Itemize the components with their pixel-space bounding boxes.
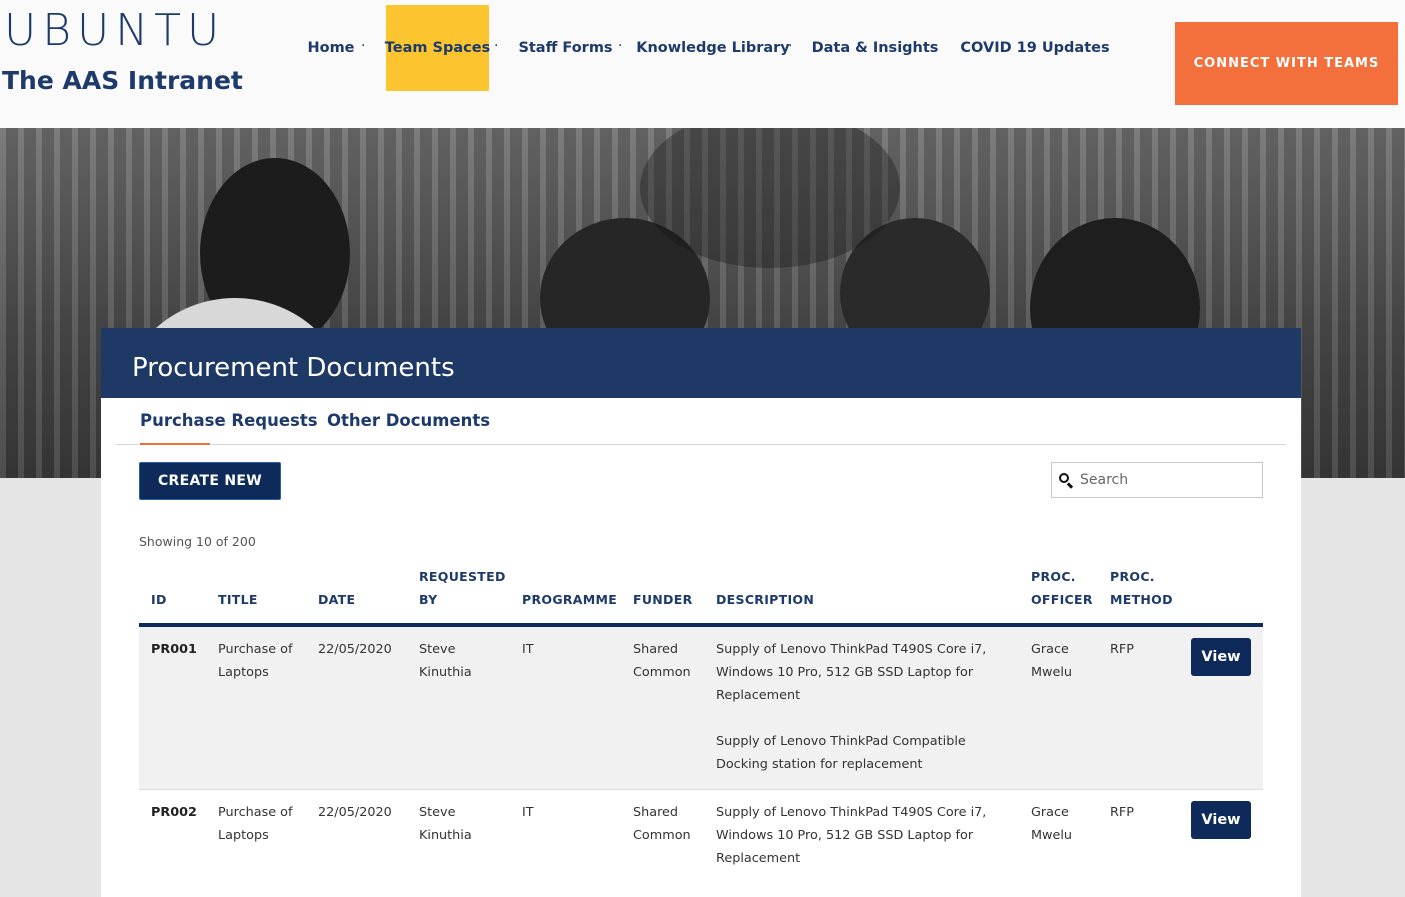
cell-line: Grace [1031, 642, 1069, 657]
cell-proc-officer: Grace Mwelu [1031, 801, 1072, 847]
cell-line: Shared [633, 805, 679, 820]
table-row: PR002 Purchase of Laptops 22/05/2020 Ste… [139, 790, 1263, 897]
column-header-proc-officer[interactable]: PROC. OFFICER [1031, 565, 1093, 611]
cell-line: Windows 10 Pro, 512 GB SSD Laptop for [716, 828, 974, 843]
cell-programme: IT [522, 805, 534, 820]
cell-line: Supply of Lenovo ThinkPad Compatible [716, 734, 966, 749]
card-header: Procurement Documents [101, 328, 1301, 398]
cell-line: Laptops [218, 828, 269, 843]
table-row: PR001 Purchase of Laptops 22/05/2020 Ste… [139, 627, 1263, 789]
cell-funder: Shared Common [633, 801, 691, 847]
nav-separator: · [361, 38, 366, 54]
cell-line: Supply of Lenovo ThinkPad T490S Core i7, [716, 805, 987, 820]
tab-bar: Purchase Requests Other Documents [116, 398, 1286, 445]
nav-item-team-spaces[interactable]: Team Spaces [385, 5, 490, 91]
column-header-id[interactable]: ID [151, 588, 167, 611]
cell-line: Replacement [716, 851, 801, 866]
cell-line: Steve [419, 642, 456, 657]
nav-item-data-insights[interactable]: Data & Insights [812, 5, 939, 91]
column-header-programme[interactable]: PROGRAMME [522, 588, 617, 611]
cell-line: Purchase of [218, 642, 293, 657]
cell-line: Windows 10 Pro, 512 GB SSD Laptop for [716, 665, 974, 680]
cell-line: Replacement [716, 688, 801, 703]
cell-line: Grace [1031, 805, 1069, 820]
cell-programme: IT [522, 642, 534, 657]
column-header-funder[interactable]: FUNDER [633, 588, 693, 611]
column-header-proc-method[interactable]: PROC. METHOD [1110, 565, 1173, 611]
search-box [1051, 462, 1263, 498]
search-icon [1058, 472, 1074, 489]
cell-line: Laptops [218, 665, 269, 680]
cell-spacer [716, 707, 986, 730]
cell-requested-by: Steve Kinuthia [419, 801, 472, 847]
nav-item-knowledge-library[interactable]: Knowledge Library [636, 5, 790, 91]
cell-proc-officer: Grace Mwelu [1031, 638, 1072, 684]
cell-proc-method: RFP [1110, 805, 1134, 820]
cell-line: Kinuthia [419, 665, 472, 680]
header-line: REQUESTED [419, 569, 506, 584]
column-header-description[interactable]: DESCRIPTION [716, 588, 814, 611]
nav-separator: · [788, 38, 793, 54]
column-header-requested-by[interactable]: REQUESTED BY [419, 565, 506, 611]
cell-line: Steve [419, 805, 456, 820]
active-tab-indicator [140, 443, 210, 445]
view-button[interactable]: View [1191, 638, 1251, 676]
cell-date: 22/05/2020 [318, 805, 392, 820]
nav-separator: · [618, 38, 623, 54]
nav-separator: · [494, 38, 499, 54]
cell-proc-method: RFP [1110, 642, 1134, 657]
cell-line: Docking station for replacement [716, 757, 923, 772]
header-line: PROC. [1110, 569, 1155, 584]
cell-id: PR002 [151, 805, 197, 820]
view-button[interactable]: View [1191, 801, 1251, 839]
cell-line: Shared [633, 642, 679, 657]
column-header-title[interactable]: TITLE [218, 588, 258, 611]
page-title: Procurement Documents [132, 353, 455, 383]
ubuntu-logo[interactable]: UBUNTU [4, 6, 225, 56]
nav-item-staff-forms[interactable]: Staff Forms [518, 5, 613, 91]
tab-other-documents[interactable]: Other Documents [327, 411, 490, 430]
cell-title: Purchase of Laptops [218, 638, 293, 684]
cell-line: Kinuthia [419, 828, 472, 843]
cell-line: Common [633, 665, 691, 680]
cell-title: Purchase of Laptops [218, 801, 293, 847]
cell-description: Supply of Lenovo ThinkPad T490S Core i7,… [716, 638, 986, 776]
cell-funder: Shared Common [633, 638, 691, 684]
site-header: UBUNTU The AAS Intranet Home · Team Spac… [0, 0, 1405, 128]
tab-purchase-requests[interactable]: Purchase Requests [140, 411, 318, 430]
procurement-card: Procurement Documents Purchase Requests … [101, 328, 1301, 897]
cell-line: Supply of Lenovo ThinkPad T490S Core i7, [716, 642, 987, 657]
cell-line: Mwelu [1031, 665, 1073, 680]
cell-date: 22/05/2020 [318, 642, 392, 657]
connect-with-teams-button[interactable]: CONNECT WITH TEAMS [1175, 22, 1398, 105]
cell-description: Supply of Lenovo ThinkPad T490S Core i7,… [716, 801, 986, 870]
results-count: Showing 10 of 200 [139, 534, 256, 549]
cell-line: Mwelu [1031, 828, 1073, 843]
search-input[interactable] [1080, 472, 1260, 488]
cell-line: Purchase of [218, 805, 293, 820]
header-line: PROC. [1031, 569, 1076, 584]
column-header-date[interactable]: DATE [318, 588, 355, 611]
header-line: METHOD [1110, 592, 1173, 607]
header-line: OFFICER [1031, 592, 1093, 607]
nav-item-covid-updates[interactable]: COVID 19 Updates [960, 5, 1109, 91]
cell-requested-by: Steve Kinuthia [419, 638, 472, 684]
cell-line: Common [633, 828, 691, 843]
create-new-button[interactable]: CREATE NEW [139, 462, 281, 500]
nav-item-home[interactable]: Home [304, 5, 358, 91]
cell-id: PR001 [151, 642, 197, 657]
site-title[interactable]: The AAS Intranet [2, 66, 243, 95]
header-line: BY [419, 592, 438, 607]
